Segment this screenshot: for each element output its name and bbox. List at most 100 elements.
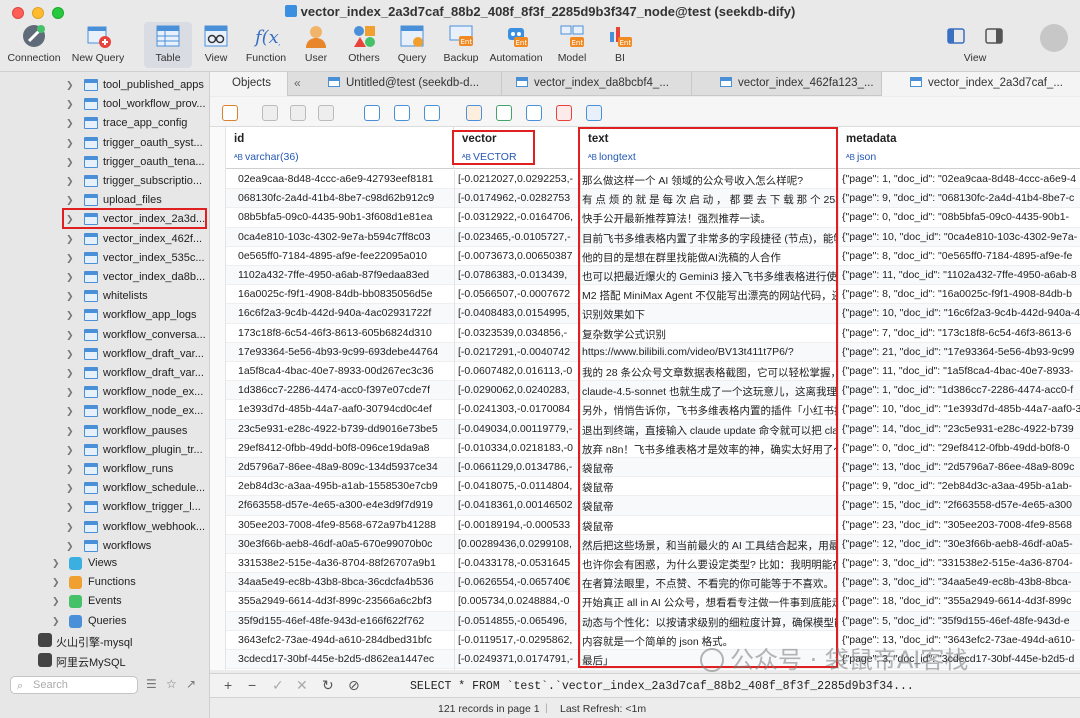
table-row[interactable]: 2eb84d3c-a3aa-495b-a1ab-1558530e7cb9 [-0.… [226,477,1080,497]
sidebar-table-item[interactable]: ❯ whitelists [0,287,210,306]
tab-untitled-query[interactable]: Untitled@test (seekdb-d... [312,72,502,96]
cell-id[interactable]: 29ef8412-0fbb-49dd-b0f8-096ce19da9a8 [238,442,456,454]
chevron-right-icon[interactable]: ❯ [66,157,74,168]
cell-id[interactable]: 35f9d155-46ef-48fe-943d-e166f622f762 [238,615,456,627]
chevron-right-icon[interactable]: ❯ [66,426,74,437]
chevron-right-icon[interactable]: ❯ [66,406,74,417]
cell-vector[interactable]: [-0.0566507,-0.0007672 [458,288,578,300]
cell-vector[interactable]: [-0.0418075,-0.0114804, [458,480,578,492]
chevron-right-icon[interactable]: ❯ [52,558,60,569]
chevron-right-icon[interactable]: ❯ [66,387,74,398]
cell-metadata[interactable]: {"page": 13, "doc_id": "2d5796a7-86ee-48… [842,461,1080,473]
sidebar-table-item[interactable]: ❯ workflow_draft_var... [0,364,210,383]
sql-preview[interactable]: SELECT * FROM `test`.`vector_index_2a3d7… [410,680,914,693]
chevron-right-icon[interactable]: ❯ [66,368,74,379]
sidebar-table-item[interactable]: ❯ workflow_webhook... [0,518,210,537]
export-icon[interactable] [496,105,512,121]
cell-id[interactable]: 1d386cc7-2286-4474-acc0-f397e07cde7f [238,384,456,396]
table-row[interactable]: 35f9d155-46ef-48fe-943d-e166f622f762 [-0.… [226,611,1080,631]
cell-vector[interactable]: [-0.0626554,-0.065740€ [458,576,578,588]
cell-text[interactable]: 目前飞书多维表格内置了非常多的字段捷径 (节点)，能够满 [582,231,836,246]
chevron-right-icon[interactable]: ❯ [66,138,74,149]
cell-id[interactable]: 305ee203-7008-4fe9-8568-672a97b41288 [238,519,456,531]
filter-icon[interactable] [290,105,306,121]
sidebar-table-item[interactable]: ❯ workflow_conversa... [0,326,210,345]
cell-id[interactable]: 0e565ff0-7184-4895-af9e-fee22095a010 [238,250,456,262]
cell-metadata[interactable]: {"page": 0, "doc_id": "29ef8412-0fbb-49d… [842,442,1080,454]
model-button[interactable]: Ent Model [550,22,594,68]
cell-metadata[interactable]: {"page": 5, "doc_id": "35f9d155-46ef-48f… [842,615,1080,627]
chevron-right-icon[interactable]: ❯ [66,502,74,513]
cell-id[interactable]: 2eb84d3c-a3aa-495b-a1ab-1558530e7cb9 [238,480,456,492]
chevron-right-icon[interactable]: ❯ [66,445,74,456]
sidebar-group-events[interactable]: ❯ Events [0,592,210,611]
cell-id[interactable]: 16a0025c-f9f1-4908-84db-bb0835056d5e [238,288,456,300]
apply-changes-icon[interactable]: ✓ [272,677,284,694]
chevron-right-icon[interactable]: ❯ [66,483,74,494]
cell-id[interactable]: 355a2949-6614-4d3f-899c-23566a6c2bf3 [238,595,456,607]
cell-vector[interactable]: [-0.0312922,-0.0164706, [458,211,578,223]
form-view-icon[interactable] [556,105,572,121]
cell-id[interactable]: 3cdecd17-30bf-445e-b2d5-d862ea1447ec [238,653,456,665]
filter-lines-icon[interactable]: ☰ [146,677,157,691]
sidebar-table-item[interactable]: ❯ workflow_runs [0,460,210,479]
chevron-right-icon[interactable]: ❯ [66,118,74,129]
cell-metadata[interactable]: {"page": 0, "doc_id": "08b5bfa5-09c0-443… [842,211,1080,223]
automation-button[interactable]: Ent Automation [488,22,544,68]
account-avatar[interactable] [1040,24,1068,52]
column-header-metadata[interactable]: metadata ᴬB json [838,127,1080,169]
chevron-right-icon[interactable]: ❯ [66,291,74,302]
tab-vector-index-462f[interactable]: vector_index_462fa123_... [692,72,882,96]
cell-metadata[interactable]: {"page": 12, "doc_id": "30e3f66b-aeb8-46… [842,538,1080,550]
table-row[interactable]: 17e93364-5e56-4b93-9c99-693debe44764 [-0.… [226,342,1080,362]
chevron-right-icon[interactable]: ❯ [66,522,74,533]
cell-vector[interactable]: [-0.0433178,-0.0531645 [458,557,578,569]
chevron-right-icon[interactable]: ❯ [66,195,74,206]
cell-text[interactable]: claude-4.5-sonnet 也就生成了一个这玩意儿，这离我理想 [582,384,836,399]
function-button[interactable]: f(x) Function [242,22,290,68]
cell-metadata[interactable]: {"page": 3, "doc_id": "34aa5e49-ec8b-43b… [842,576,1080,588]
cell-metadata[interactable]: {"page": 8, "doc_id": "16a0025c-f9f1-490… [842,288,1080,300]
query-button[interactable]: Query [392,22,432,68]
sidebar-table-item[interactable]: ❯ vector_index_da8b... [0,268,210,287]
sidebar-table-item[interactable]: ❯ vector_index_462f... [0,230,210,249]
sidebar-table-item[interactable]: ❯ trigger_oauth_syst... [0,134,210,153]
column-header-id[interactable]: id ᴬB varchar(36) [226,127,454,169]
expand-icon[interactable]: ↗ [186,677,196,691]
cell-vector[interactable]: [-0.0323539,0.034856,- [458,327,578,339]
cell-id[interactable]: 1102a432-7ffe-4950-a6ab-87f9edaa83ed [238,269,456,281]
table-row[interactable]: 16a0025c-f9f1-4908-84db-bb0835056d5e [-0.… [226,285,1080,305]
cell-vector[interactable]: [-0.0241303,-0.0170084 [458,403,578,415]
cell-metadata[interactable]: {"page": 3, "doc_id": "331538e2-515e-4a3… [842,557,1080,569]
cell-id[interactable]: 2f663558-d57e-4e65-a300-e4e3d9f7d919 [238,499,456,511]
star-icon[interactable]: ☆ [166,677,177,691]
cell-metadata[interactable]: {"page": 10, "doc_id": "0ca4e810-103c-43… [842,231,1080,243]
cell-text[interactable]: M2 搭配 MiniMax Agent 不仅能写出漂亮的网站代码，还能 [582,288,836,303]
sidebar-table-item[interactable]: ❯ workflow_draft_var... [0,345,210,364]
table-row[interactable]: 1102a432-7ffe-4950-a6ab-87f9edaa83ed [-0.… [226,266,1080,286]
sidebar-table-item[interactable]: ❯ workflow_pauses [0,422,210,441]
sidebar-table-item[interactable]: ❯ trigger_oauth_tena... [0,153,210,172]
table-row[interactable]: 1d386cc7-2286-4474-acc0-f397e07cde7f [-0.… [226,381,1080,401]
cell-vector[interactable]: [-0.0786383,-0.013439, [458,269,578,281]
cell-vector[interactable]: [-0.0249371,0.0174791,- [458,653,578,665]
cell-text[interactable]: 那么做这样一个 AI 领域的公众号收入怎么样呢? [582,173,836,188]
cell-vector[interactable]: [-0.0217291,-0.0040742 [458,346,578,358]
chevron-right-icon[interactable]: ❯ [52,577,60,588]
cell-vector[interactable]: [-0.0290062,0.0240283, [458,384,578,396]
table-row[interactable]: 331538e2-515e-4a36-8704-88f26707a9b1 [-0.… [226,554,1080,574]
sidebar-connection-item[interactable]: 火山引擎-mysql [0,630,210,650]
cell-id[interactable]: 3643efc2-73ae-494d-a610-284dbed31bfc [238,634,456,646]
chevron-right-icon[interactable]: ❯ [66,234,74,245]
sidebar-table-item[interactable]: ❯ trace_app_config [0,114,210,133]
cell-vector[interactable]: [-0.0514855,-0.065496, [458,615,578,627]
sidebar-table-item[interactable]: ❯ workflow_trigger_l... [0,498,210,517]
text-view-icon[interactable] [262,105,278,121]
cell-text[interactable]: 然后把这些场景，和当前最火的 AI 工具结合起来，用最简单 [582,538,836,553]
table-row[interactable]: 29ef8412-0fbb-49dd-b0f8-096ce19da9a8 [-0.… [226,439,1080,458]
begin-transaction-icon[interactable] [222,105,238,121]
tab-vector-index-da8b[interactable]: vector_index_da8bcbf4_... [502,72,692,96]
new-query-button[interactable]: New Query [70,22,126,68]
cell-vector[interactable]: [-0.00189194,-0.000533 [458,519,578,531]
column-header-vector[interactable]: vector ᴬB VECTOR [454,127,580,169]
